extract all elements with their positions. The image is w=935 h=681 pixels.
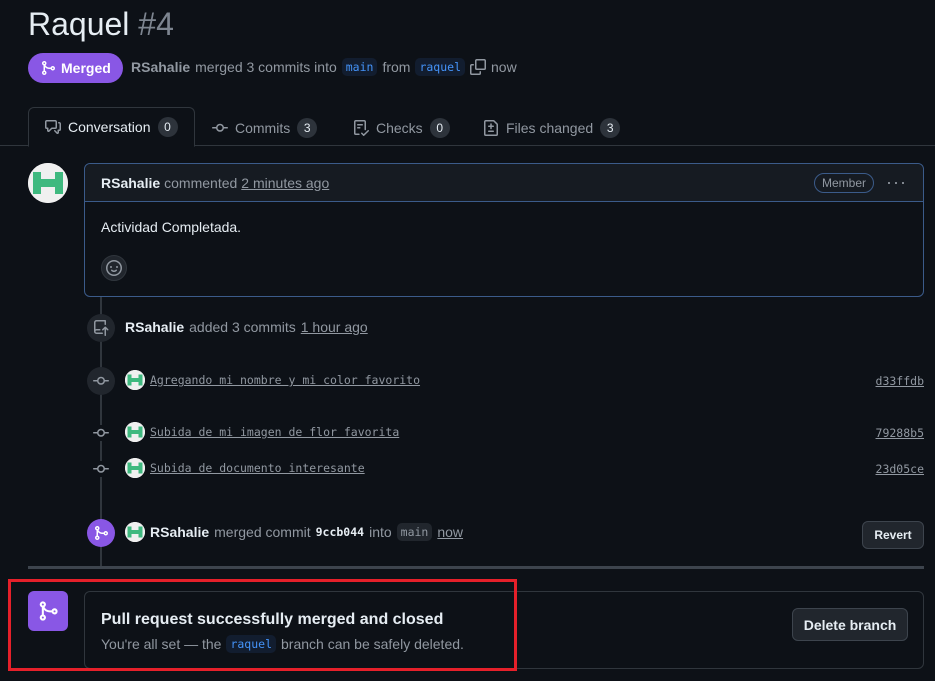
merged-event-badge [87,519,115,547]
identicon-avatar [125,458,145,478]
comment-discussion-icon [45,120,61,134]
comment-author[interactable]: RSahalie [101,175,160,191]
timeline-separator [28,566,924,569]
add-reaction-button[interactable] [101,255,127,281]
merge-commit-sha[interactable]: 9ccb044 [316,525,364,539]
tab-files-changed-label: Files changed [506,120,594,136]
git-commit-icon [93,464,109,473]
revert-button[interactable]: Revert [862,521,924,549]
pr-author-link[interactable]: RSahalie [131,59,190,75]
commit-sha-link[interactable]: d33ffdb [876,374,924,388]
git-merge-icon [95,526,109,540]
identicon-avatar [125,422,145,442]
repo-push-icon [94,320,109,336]
tab-conversation-count: 0 [157,117,178,137]
checklist-icon [354,120,369,136]
commit-dot [93,425,109,441]
commit-message-link[interactable]: Agregando mi nombre y mi color favorito [150,373,420,387]
pr-meta: RSahalie merged 3 commits into main from… [131,58,517,76]
tab-files-changed-count: 3 [600,118,621,138]
added-action: added 3 commits [189,319,296,335]
merged-into: into [369,524,392,540]
highlight-box [8,579,517,671]
base-branch-label[interactable]: main [341,58,378,76]
tab-checks-label: Checks [376,120,423,136]
commit-row: Agregando mi nombre y mi color favorito [125,370,420,390]
comment-header: RSahalie commented 2 minutes ago Member … [85,164,923,202]
git-merge-icon [42,61,56,75]
merged-event: RSahalie merged commit 9ccb044 into main… [125,522,463,542]
identicon-avatar [125,370,145,390]
identicon-avatar [28,163,68,203]
smiley-icon [106,260,122,276]
comment-box: RSahalie commented 2 minutes ago Member … [84,163,924,297]
tab-commits[interactable]: Commits 3 [212,110,318,146]
comment-body: Actividad Completada. [101,219,242,235]
merged-action: merged commit [214,524,311,540]
merged-status-label: Merged [61,60,111,76]
commit-badge [87,367,115,395]
avatar[interactable] [125,522,145,542]
avatar[interactable] [125,370,145,390]
pr-from-text: from [382,59,411,75]
kebab-horizontal-icon[interactable]: ··· [886,172,907,193]
commit-row: Subida de documento interesante [125,458,365,478]
tab-checks[interactable]: Checks 0 [353,110,450,146]
commits-added-event: RSahalie added 3 commits 1 hour ago [125,319,368,335]
merged-branch-label[interactable]: main [396,523,433,541]
pr-title-text: Raquel [28,6,130,42]
member-badge: Member [814,172,875,193]
tab-conversation-label: Conversation [68,119,151,135]
commit-row: Subida de mi imagen de flor favorita [125,422,399,442]
comment-time[interactable]: 2 minutes ago [241,175,329,191]
delete-branch-button[interactable]: Delete branch [792,608,908,641]
commit-sha-link[interactable]: 79288b5 [876,426,924,440]
added-author[interactable]: RSahalie [125,319,184,335]
pr-title: Raquel #4 [28,6,174,43]
avatar[interactable] [28,163,68,203]
repo-push-badge [87,314,115,342]
tab-conversation[interactable]: Conversation 0 [28,107,195,147]
tab-checks-count: 0 [429,118,450,138]
copy-icon[interactable] [470,59,486,75]
pr-number: #4 [138,6,174,42]
identicon-avatar [125,522,145,542]
merged-author[interactable]: RSahalie [150,524,209,540]
commit-sha-link[interactable]: 23d05ce [876,462,924,476]
comment-action: commented [164,174,238,191]
commit-dot [93,461,109,477]
tab-commits-label: Commits [235,120,291,136]
avatar[interactable] [125,422,145,442]
commit-message-link[interactable]: Subida de mi imagen de flor favorita [150,425,399,439]
merged-time[interactable]: now [437,524,463,540]
added-time[interactable]: 1 hour ago [301,319,368,335]
head-branch-label[interactable]: raquel [415,58,465,76]
git-commit-icon [93,376,109,385]
git-commit-icon [212,123,228,132]
pr-time: now [491,59,517,75]
file-diff-icon [484,120,498,136]
pr-merged-text: merged 3 commits into [195,59,337,75]
tab-commits-count: 3 [297,118,318,138]
git-commit-icon [93,428,109,437]
commit-message-link[interactable]: Subida de documento interesante [150,461,365,475]
tab-files-changed[interactable]: Files changed 3 [483,110,621,146]
avatar[interactable] [125,458,145,478]
merged-status-badge: Merged [28,53,123,83]
